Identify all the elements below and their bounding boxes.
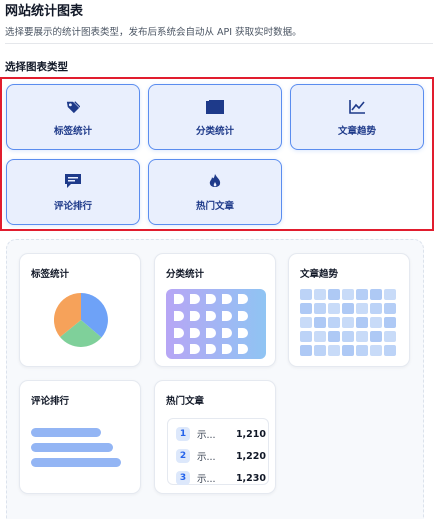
chart-type-tags-button[interactable]: 标签统计 — [6, 84, 140, 150]
rank-number: 1 — [176, 427, 190, 441]
preview-card-comments[interactable]: 评论排行 — [19, 380, 141, 494]
comment-icon — [62, 173, 84, 191]
page-description: 选择要展示的统计图表类型，发布后系统会自动从 API 获取实时数据。 — [5, 27, 302, 38]
chart-type-label: 评论排行 — [53, 200, 92, 212]
preview-title: 文章趋势 — [300, 269, 339, 280]
bar-placeholder — [31, 458, 121, 467]
chart-type-label: 文章趋势 — [337, 125, 376, 137]
preview-title: 评论排行 — [31, 396, 70, 407]
chart-type-label: 分类统计 — [195, 125, 234, 137]
item-name: 示... — [197, 430, 216, 441]
folder-icon — [204, 98, 226, 116]
item-value: 1,210 — [235, 428, 266, 440]
line-chart-icon — [346, 98, 368, 116]
preview-title: 标签统计 — [31, 269, 70, 280]
list-item: 3 示... 1,230 — [176, 470, 266, 486]
preview-title: 分类统计 — [166, 269, 205, 280]
chart-type-comments-button[interactable]: 评论排行 — [6, 159, 140, 225]
pie-preview — [54, 293, 108, 347]
fire-icon — [204, 173, 226, 191]
preview-card-categories[interactable]: 分类统计 — [154, 253, 276, 367]
list-item: 2 示... 1,220 — [176, 448, 266, 464]
item-name: 示... — [197, 452, 216, 463]
preview-card-hot[interactable]: 热门文章 1 示... 1,210 2 示... 1,220 3 示... 1,… — [154, 380, 276, 494]
bar-list-preview — [31, 428, 121, 473]
preview-card-trend[interactable]: 文章趋势 — [288, 253, 410, 367]
item-value: 1,220 — [235, 450, 266, 462]
tag-icon — [62, 98, 84, 116]
divider — [5, 43, 433, 44]
chart-type-trend-button[interactable]: 文章趋势 — [290, 84, 424, 150]
rank-number: 2 — [176, 449, 190, 463]
preview-card-tags[interactable]: 标签统计 — [19, 253, 141, 367]
chart-type-hot-button[interactable]: 热门文章 — [148, 159, 282, 225]
rank-number: 3 — [176, 471, 190, 485]
section-title: 选择图表类型 — [5, 61, 68, 73]
bar-placeholder — [31, 443, 113, 452]
chart-type-label: 热门文章 — [195, 200, 234, 212]
preview-title: 热门文章 — [166, 396, 205, 407]
item-name: 示... — [197, 474, 216, 485]
category-grid-preview — [166, 289, 266, 359]
chart-type-categories-button[interactable]: 分类统计 — [148, 84, 282, 150]
preview-area: 标签统计 分类统计 文章趋势 评论排行 热门文章 1 示... 1,210 2 … — [6, 239, 424, 519]
page-title: 网站统计图表 — [5, 4, 84, 19]
item-value: 1,230 — [235, 472, 266, 484]
bar-placeholder — [31, 428, 101, 437]
heatmap-preview — [300, 289, 396, 356]
list-item: 1 示... 1,210 — [176, 426, 266, 442]
ranking-list: 1 示... 1,210 2 示... 1,220 3 示... 1,230 — [167, 418, 269, 485]
chart-type-label: 标签统计 — [53, 125, 92, 137]
